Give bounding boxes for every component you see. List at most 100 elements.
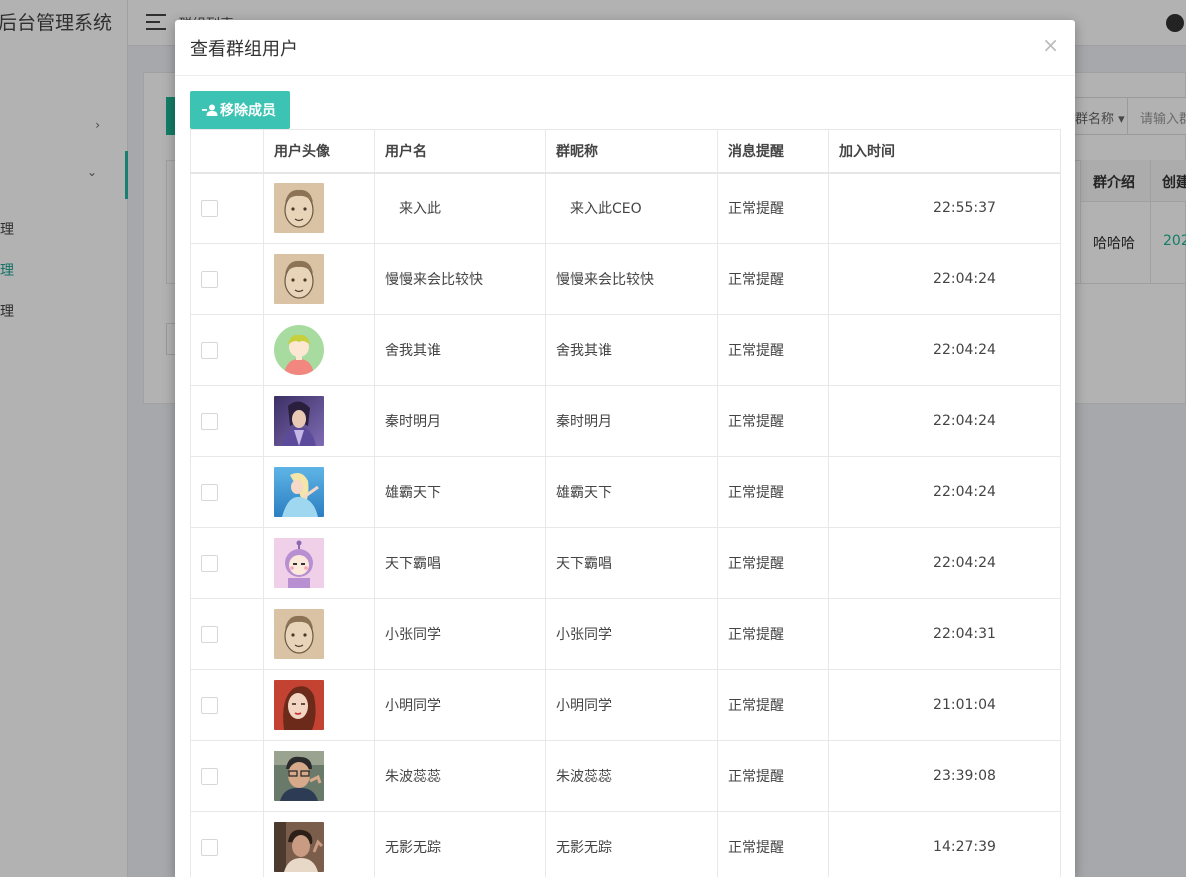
nickname-cell: 来入此CEO	[545, 172, 718, 244]
row-checkbox[interactable]	[201, 483, 218, 501]
notify-cell: 正常提醒	[717, 527, 829, 599]
notify-cell: 正常提醒	[717, 172, 829, 244]
row-select-cell	[190, 527, 264, 599]
modal-header: 查看群组用户 ×	[175, 20, 1075, 76]
column-header-nickname: 群昵称	[545, 129, 718, 174]
username-cell: 天下霸唱	[374, 527, 546, 599]
joined-time-cell: 21:01:04	[828, 669, 1061, 741]
joined-time-cell: 22:55:37	[828, 172, 1061, 244]
warrior-avatar	[274, 396, 374, 446]
remove-member-button[interactable]: 移除成员	[190, 91, 290, 129]
row-checkbox[interactable]	[201, 199, 218, 217]
joined-time-cell: 22:04:24	[828, 314, 1061, 386]
member-row[interactable]: 舍我其谁 舍我其谁 正常提醒 22:04:24	[190, 314, 1061, 386]
username-cell: 朱波蕊蕊	[374, 740, 546, 812]
notify-cell: 正常提醒	[717, 811, 829, 877]
username-cell: 来入此	[374, 172, 546, 244]
sketch-avatar	[274, 254, 374, 304]
notify-cell: 正常提醒	[717, 385, 829, 457]
nickname-cell: 雄霸天下	[545, 456, 718, 528]
username-cell: 小明同学	[374, 669, 546, 741]
notify-cell: 正常提醒	[717, 243, 829, 315]
joined-time-cell: 22:04:24	[828, 527, 1061, 599]
modal-toolbar: 移除成员	[190, 91, 290, 129]
notify-cell: 正常提醒	[717, 598, 829, 670]
column-header-avatar: 用户头像	[263, 129, 375, 174]
username-cell: 无影无踪	[374, 811, 546, 877]
column-header-username: 用户名	[374, 129, 546, 174]
row-select-cell	[190, 385, 264, 457]
notify-cell: 正常提醒	[717, 314, 829, 386]
row-checkbox[interactable]	[201, 696, 218, 714]
member-row[interactable]: 小明同学 小明同学 正常提醒 21:01:04	[190, 669, 1061, 741]
member-row[interactable]: 雄霸天下 雄霸天下 正常提醒 22:04:24	[190, 456, 1061, 528]
sketch-avatar	[274, 609, 374, 659]
member-row[interactable]: 慢慢来会比较快 慢慢来会比较快 正常提醒 22:04:24	[190, 243, 1061, 315]
avatar-cell	[263, 527, 375, 599]
girl-photo-avatar	[274, 680, 374, 730]
avatar-cell	[263, 243, 375, 315]
row-checkbox[interactable]	[201, 767, 218, 785]
joined-time-cell: 14:27:39	[828, 811, 1061, 877]
row-select-cell	[190, 740, 264, 812]
joined-time-cell: 23:39:08	[828, 740, 1061, 812]
members-table-body: 来入此 来入此CEO 正常提醒 22:55:37 慢慢来会比较快 慢慢来会比较快 正常提醒 2…	[190, 172, 1061, 877]
username-cell: 慢慢来会比较快	[374, 243, 546, 315]
username-cell: 小张同学	[374, 598, 546, 670]
row-select-cell	[190, 598, 264, 670]
nickname-cell: 慢慢来会比较快	[545, 243, 718, 315]
notify-cell: 正常提醒	[717, 740, 829, 812]
joined-time-cell: 22:04:24	[828, 456, 1061, 528]
sketch-avatar	[274, 183, 374, 234]
nickname-cell: 舍我其谁	[545, 314, 718, 386]
row-checkbox[interactable]	[201, 270, 218, 288]
column-header-notify: 消息提醒	[717, 129, 829, 174]
row-select-cell	[190, 669, 264, 741]
avatar-cell	[263, 172, 375, 244]
notify-cell: 正常提醒	[717, 456, 829, 528]
row-checkbox[interactable]	[201, 554, 218, 572]
member-row[interactable]: 秦时明月 秦时明月 正常提醒 22:04:24	[190, 385, 1061, 457]
row-checkbox[interactable]	[201, 625, 218, 643]
row-select-cell	[190, 314, 264, 386]
nickname-cell: 天下霸唱	[545, 527, 718, 599]
avatar-cell	[263, 314, 375, 386]
group-members-modal: 查看群组用户 × 移除成员 用户头像 用户名 群昵称 消息提醒 加入时间 来入此…	[175, 20, 1075, 877]
row-select-cell	[190, 811, 264, 877]
joined-time-cell: 22:04:24	[828, 385, 1061, 457]
row-checkbox[interactable]	[201, 341, 218, 359]
row-checkbox[interactable]	[201, 838, 218, 856]
avatar-cell	[263, 456, 375, 528]
member-row[interactable]: 来入此 来入此CEO 正常提醒 22:55:37	[190, 172, 1061, 244]
username-cell: 秦时明月	[374, 385, 546, 457]
man-photo-avatar	[274, 751, 374, 801]
row-checkbox[interactable]	[201, 412, 218, 430]
cartoon-pink-avatar	[274, 538, 374, 588]
close-icon[interactable]: ×	[1042, 33, 1059, 57]
row-select-cell	[190, 243, 264, 315]
member-row[interactable]: 无影无踪 无影无踪 正常提醒 14:27:39	[190, 811, 1061, 877]
avatar-cell	[263, 598, 375, 670]
member-row[interactable]: 小张同学 小张同学 正常提醒 22:04:31	[190, 598, 1061, 670]
princess-avatar	[274, 467, 374, 517]
nickname-cell: 秦时明月	[545, 385, 718, 457]
select-all-header	[190, 129, 264, 174]
default-green-avatar	[274, 325, 374, 375]
notify-cell: 正常提醒	[717, 669, 829, 741]
avatar-cell	[263, 740, 375, 812]
user-minus-icon	[202, 104, 218, 116]
column-header-joined: 加入时间	[828, 129, 1061, 174]
nickname-cell: 朱波蕊蕊	[545, 740, 718, 812]
table-header-row: 用户头像 用户名 群昵称 消息提醒 加入时间	[190, 129, 1061, 174]
row-select-cell	[190, 456, 264, 528]
member-row[interactable]: 朱波蕊蕊 朱波蕊蕊 正常提醒 23:39:08	[190, 740, 1061, 812]
avatar-cell	[263, 385, 375, 457]
username-cell: 舍我其谁	[374, 314, 546, 386]
username-cell: 雄霸天下	[374, 456, 546, 528]
nickname-cell: 小明同学	[545, 669, 718, 741]
row-select-cell	[190, 172, 264, 244]
modal-title: 查看群组用户	[190, 39, 298, 60]
avatar-cell	[263, 811, 375, 877]
member-row[interactable]: 天下霸唱 天下霸唱 正常提醒 22:04:24	[190, 527, 1061, 599]
members-table: 用户头像 用户名 群昵称 消息提醒 加入时间 来入此 来入此CEO 正常提醒 22:5…	[190, 129, 1061, 877]
